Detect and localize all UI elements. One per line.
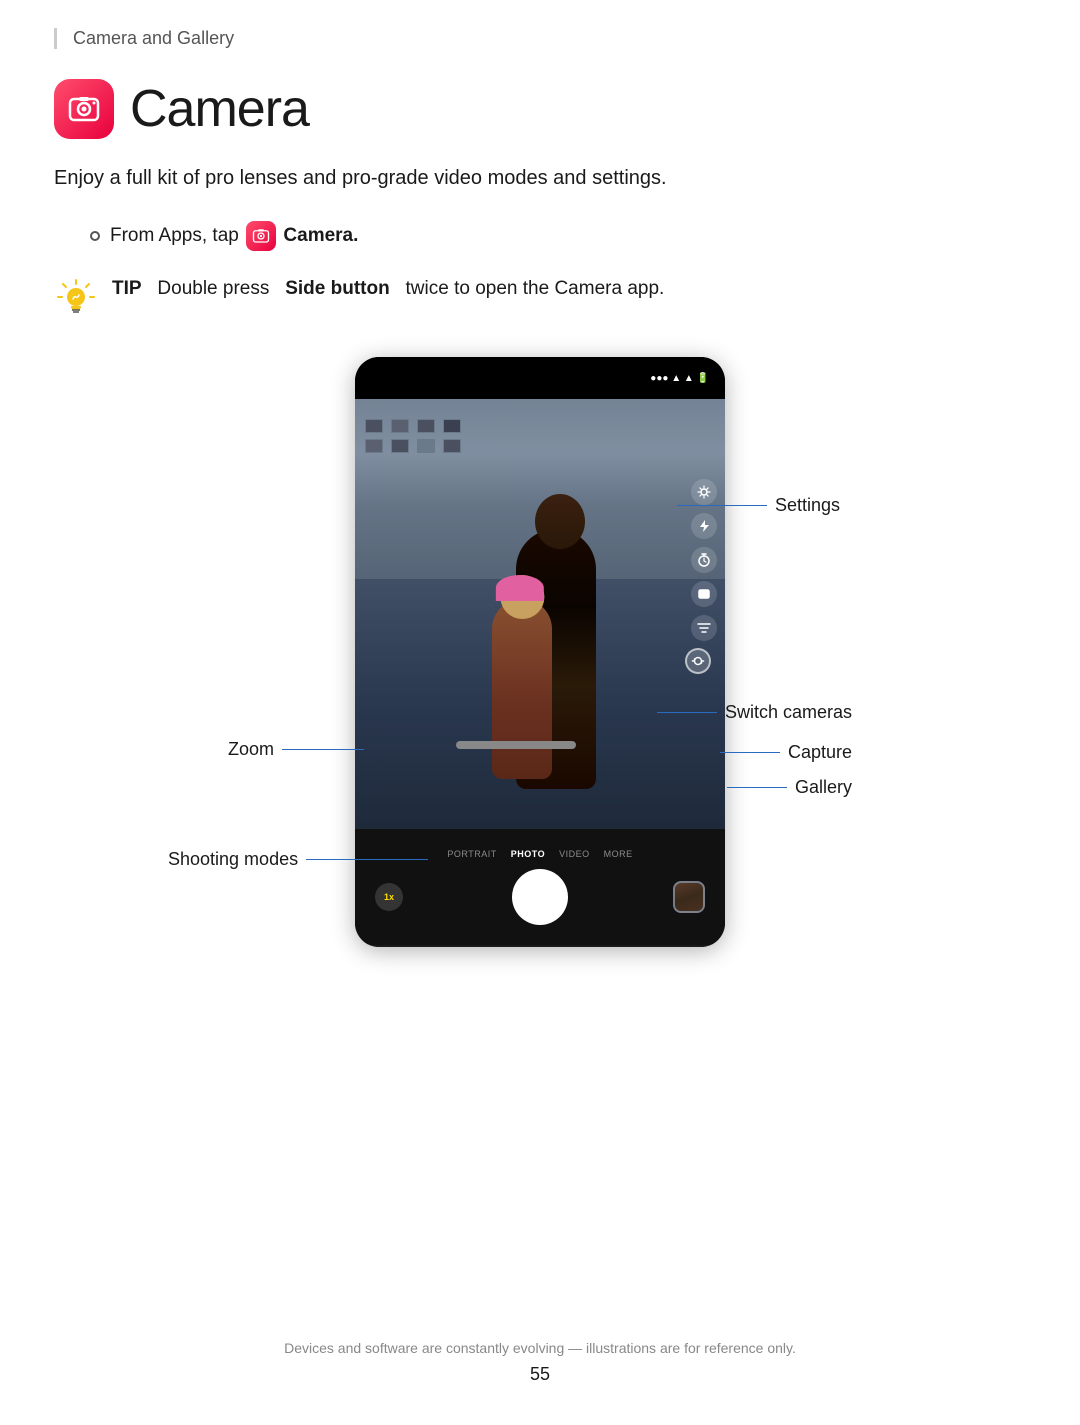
- photo-helmet: [496, 575, 544, 601]
- annotation-switch-cameras: Switch cameras: [657, 702, 852, 723]
- filter-btn[interactable]: [691, 615, 717, 641]
- annotation-shooting-modes-label: Shooting modes: [168, 849, 298, 870]
- tip-text: TIP Double press Side button twice to op…: [112, 275, 664, 304]
- gallery-thumb[interactable]: [673, 881, 705, 913]
- inline-camera-icon: [246, 221, 276, 251]
- shooting-modes-bar: PORTRAIT PHOTO VIDEO MORE: [447, 849, 632, 859]
- footer-note: Devices and software are constantly evol…: [0, 1340, 1080, 1356]
- switch-camera-btn[interactable]: [685, 648, 711, 674]
- gallery-thumb-inner: [675, 883, 703, 911]
- camera-app-icon-large: [54, 79, 114, 139]
- annotation-zoom-label: Zoom: [228, 739, 274, 760]
- camera-controls-row: 1x: [355, 869, 725, 925]
- photo-windows: [365, 419, 463, 453]
- timer-btn[interactable]: [691, 547, 717, 573]
- title-section: Camera: [54, 79, 1026, 139]
- flash-btn[interactable]: [691, 513, 717, 539]
- aspect-ratio-btn[interactable]: [691, 581, 717, 607]
- bullet-circle: [90, 231, 100, 241]
- mode-photo[interactable]: PHOTO: [511, 849, 545, 859]
- annotation-gallery-label: Gallery: [795, 777, 852, 798]
- mode-portrait[interactable]: PORTRAIT: [447, 849, 496, 859]
- annotation-settings-label: Settings: [775, 495, 840, 516]
- breadcrumb: Camera and Gallery: [54, 28, 1026, 49]
- photo-person-child: [492, 599, 552, 779]
- breadcrumb-text: Camera and Gallery: [73, 28, 234, 48]
- camera-viewport: [355, 399, 725, 829]
- nav-bar: [355, 945, 725, 947]
- photo-head-adult: [535, 494, 585, 549]
- page-description: Enjoy a full kit of pro lenses and pro-g…: [54, 163, 1026, 193]
- footer-page: 55: [0, 1364, 1080, 1385]
- diagram-container: ●●● ▲ ▲ 🔋: [54, 357, 1026, 947]
- capture-btn[interactable]: [512, 869, 568, 925]
- tip-section: TIP Double press Side button twice to op…: [54, 275, 1026, 321]
- annotation-capture-label: Capture: [788, 742, 852, 763]
- zoom-btn[interactable]: 1x: [375, 883, 403, 911]
- diagram-inner: ●●● ▲ ▲ 🔋: [160, 357, 920, 947]
- bullet-text: From Apps, tap Camera.: [110, 221, 358, 251]
- annotation-gallery: Gallery: [727, 777, 852, 798]
- footer: Devices and software are constantly evol…: [0, 1340, 1080, 1385]
- annotation-zoom: Zoom: [228, 739, 364, 760]
- mode-more[interactable]: MORE: [604, 849, 633, 859]
- camera-bottom: PORTRAIT PHOTO VIDEO MORE 1x: [355, 829, 725, 945]
- annotation-switch-cameras-label: Switch cameras: [725, 702, 852, 723]
- annotation-settings: Settings: [677, 495, 840, 516]
- bullet-item: From Apps, tap Camera.: [90, 221, 1026, 251]
- annotation-capture: Capture: [720, 742, 852, 763]
- annotation-shooting-modes: Shooting modes: [168, 849, 428, 870]
- status-bar: ●●● ▲ ▲ 🔋: [355, 357, 725, 399]
- page-title: Camera: [130, 79, 309, 139]
- tip-bulb-icon: [54, 277, 98, 321]
- photo-bike: [456, 741, 576, 749]
- status-time: ●●● ▲ ▲ 🔋: [650, 373, 709, 384]
- mode-video[interactable]: VIDEO: [559, 849, 590, 859]
